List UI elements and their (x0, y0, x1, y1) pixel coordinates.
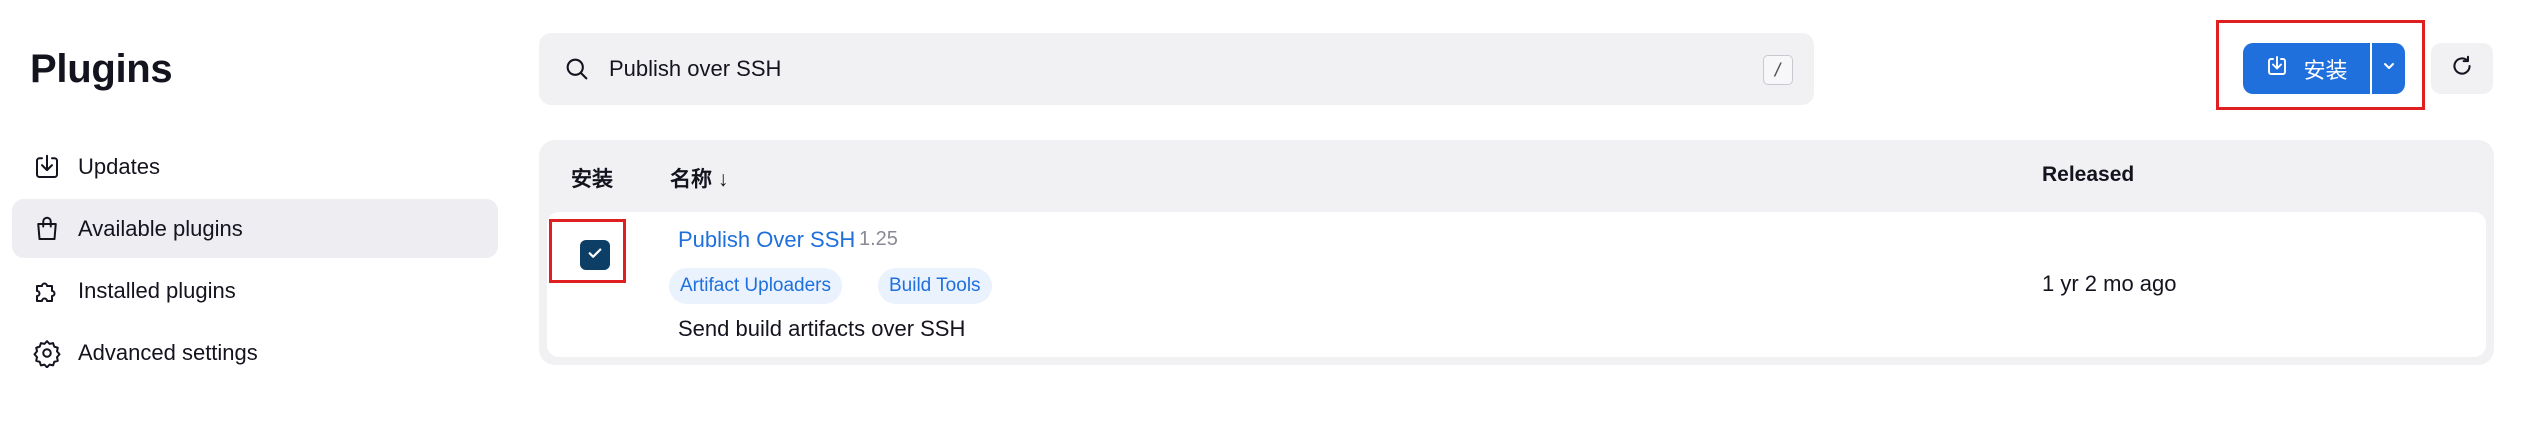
install-button-label: 安装 (2303, 57, 2348, 83)
search-icon (563, 55, 591, 88)
install-icon (2265, 54, 2289, 83)
column-header-name[interactable]: 名称 ↓ (670, 163, 728, 193)
sidebar-item-advanced-settings[interactable]: Advanced settings (12, 323, 498, 382)
refresh-icon (2449, 53, 2475, 84)
plugin-name-link[interactable]: Publish Over SSH (678, 227, 855, 253)
install-options-dropdown[interactable] (2372, 43, 2405, 94)
install-button[interactable]: 安装 (2243, 43, 2370, 94)
chevron-down-icon (2381, 58, 2397, 79)
search-input[interactable] (609, 49, 1689, 89)
sidebar: Updates Available plugins Installed plug… (12, 137, 498, 385)
plugin-description: Send build artifacts over SSH (678, 316, 966, 341)
shopping-bag-icon (30, 212, 64, 246)
plugin-tag[interactable]: Build Tools (878, 268, 992, 304)
search-bar: / (539, 33, 1814, 105)
sidebar-item-updates[interactable]: Updates (12, 137, 498, 196)
sidebar-item-label: Advanced settings (78, 339, 258, 365)
install-checkbox[interactable] (580, 240, 610, 270)
sidebar-item-available-plugins[interactable]: Available plugins (12, 199, 498, 258)
keyboard-shortcut-hint: / (1763, 55, 1793, 85)
sidebar-item-label: Installed plugins (78, 277, 236, 303)
table-row: Publish Over SSH 1.25 Artifact Uploaders… (547, 212, 2486, 357)
refresh-button[interactable] (2431, 43, 2493, 94)
sidebar-item-installed-plugins[interactable]: Installed plugins (12, 261, 498, 320)
check-icon (586, 244, 604, 267)
plugins-table: 安装 名称 ↓ Released Publish Over SSH 1.25 A… (539, 140, 2494, 365)
column-header-released[interactable]: Released (2042, 163, 2134, 187)
column-header-install: 安装 (571, 168, 613, 191)
gear-icon (30, 336, 64, 370)
plugin-tag[interactable]: Artifact Uploaders (669, 268, 843, 304)
sidebar-item-label: Updates (78, 153, 160, 179)
sidebar-item-label: Available plugins (78, 215, 243, 241)
download-icon (30, 150, 64, 184)
plugin-released: 1 yr 2 mo ago (2042, 271, 2177, 296)
plugin-version: 1.25 (859, 228, 898, 250)
page-title: Plugins (30, 47, 173, 91)
puzzle-icon (30, 274, 64, 308)
